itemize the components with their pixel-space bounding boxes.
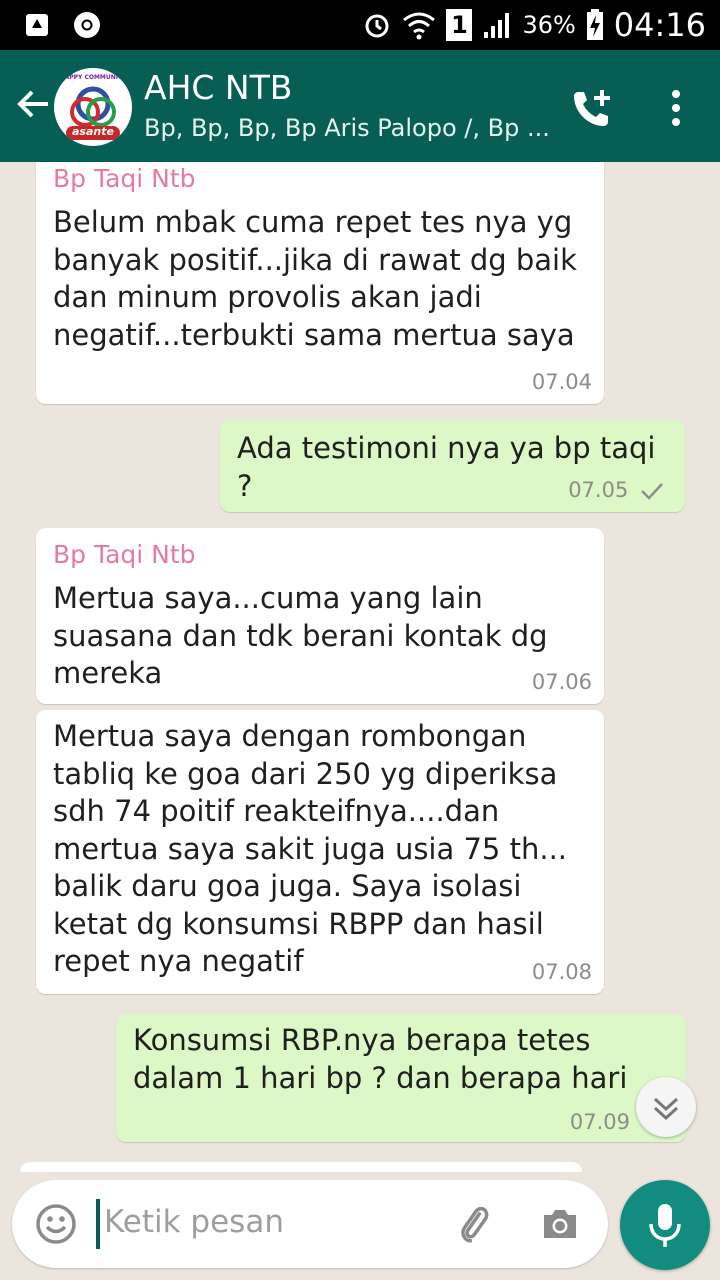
message-time: 07.05 <box>568 478 665 502</box>
outgoing-message[interactable]: Ada testimoni nya ya bp taqi ? 07.05 <box>220 420 685 512</box>
mic-icon <box>649 1204 681 1247</box>
message-time: 07.04 <box>531 370 592 394</box>
scroll-down-icon <box>653 1097 679 1121</box>
message-time-value: 07.05 <box>568 478 629 502</box>
battery-charging-icon <box>586 9 603 40</box>
emoji-icon[interactable] <box>34 1202 78 1246</box>
chat-header: asante HAPPY COMMUNITY AHC NTB Bp, Bp, B… <box>0 50 720 162</box>
chat-participants[interactable]: Bp, Bp, Bp, Bp Aris Palopo /, Bp ... <box>144 114 550 142</box>
more-vert-icon[interactable] <box>662 84 690 132</box>
message-input[interactable]: Ketik pesan <box>104 1204 284 1240</box>
message-list[interactable]: Bp Taqi Ntb Belum mbak cuma repet tes ny… <box>0 162 720 1172</box>
message-composer: Ketik pesan <box>12 1180 608 1268</box>
message-text: Mertua saya...cuma yang lain suasana dan… <box>53 581 548 690</box>
outgoing-message[interactable]: Konsumsi RBP.nya berapa tetes dalam 1 ha… <box>116 1014 686 1142</box>
alarm-icon <box>365 14 389 38</box>
add-call-icon[interactable] <box>568 84 616 132</box>
group-avatar[interactable]: asante HAPPY COMMUNITY <box>54 68 132 146</box>
incoming-message-partial[interactable] <box>20 1162 582 1172</box>
message-time: 07.08 <box>531 960 592 984</box>
incoming-message[interactable]: Mertua saya dengan rombongan tabliq ke g… <box>36 710 604 994</box>
message-text: Mertua saya dengan rombongan tabliq ke g… <box>53 719 567 978</box>
message-time: 07.06 <box>531 670 592 694</box>
wifi-icon <box>403 12 436 40</box>
sim-slot-badge: 1 <box>446 9 473 41</box>
chrome-notification-icon <box>74 12 100 38</box>
signal-icon <box>484 13 510 38</box>
voice-message-button[interactable] <box>620 1180 710 1270</box>
clock: 04:16 <box>613 6 706 44</box>
read-check-icon <box>641 483 663 500</box>
message-time: 07.09 <box>569 1110 630 1134</box>
back-arrow-icon[interactable] <box>14 84 54 124</box>
message-sender: Bp Taqi Ntb <box>53 164 196 193</box>
camera-icon[interactable] <box>538 1202 582 1246</box>
incoming-message[interactable]: Bp Taqi Ntb Belum mbak cuma repet tes ny… <box>36 162 604 404</box>
recycle-notification-icon <box>26 14 48 36</box>
status-bar: 1 36% 04:16 <box>0 0 720 50</box>
message-sender: Bp Taqi Ntb <box>53 540 196 569</box>
scroll-to-bottom-button[interactable] <box>636 1077 696 1137</box>
message-text: Belum mbak cuma repet tes nya yg banyak … <box>53 205 577 352</box>
chat-title[interactable]: AHC NTB <box>144 68 292 107</box>
text-caret <box>96 1199 100 1249</box>
message-text: Konsumsi RBP.nya berapa tetes dalam 1 ha… <box>133 1023 628 1095</box>
avatar-caption: asante <box>72 125 114 138</box>
battery-percent: 36% <box>522 11 576 39</box>
attach-icon[interactable] <box>452 1202 496 1246</box>
avatar-top-caption: HAPPY COMMUNITY <box>59 74 127 81</box>
incoming-message[interactable]: Bp Taqi Ntb Mertua saya...cuma yang lain… <box>36 528 604 704</box>
